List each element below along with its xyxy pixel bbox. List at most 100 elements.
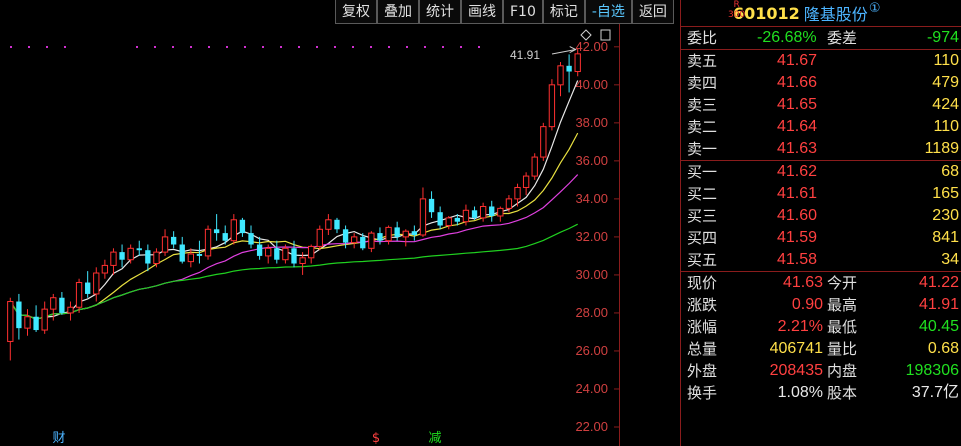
candle-body xyxy=(24,316,31,329)
level-volume: 34 xyxy=(941,251,959,268)
quote-value: 2.21% xyxy=(777,318,823,335)
kline-chart[interactable]: 42.00 40.00 38.00 36.00 34.00 32.00 30.00 28.00… xyxy=(0,24,620,446)
candle-body xyxy=(419,198,427,236)
candle-body xyxy=(299,257,306,265)
level-price: 41.62 xyxy=(777,163,818,180)
toolbar-button[interactable]: 标记 xyxy=(542,0,585,24)
y-tick-label: 24.00 xyxy=(575,381,608,396)
level-price: 41.67 xyxy=(777,52,818,69)
quote-label: 最低 xyxy=(827,318,858,336)
level-price: 41.65 xyxy=(777,96,818,113)
quote-row: 换手 1.08% 股本 37.7亿 xyxy=(681,382,961,404)
y-tick-label: 38.00 xyxy=(575,115,608,130)
quote-value: 208435 xyxy=(769,362,823,379)
quote-row: 涨跌 0.90 最高 41.91 xyxy=(681,294,961,316)
toolbar-button[interactable]: 复权 xyxy=(335,0,377,24)
ask-row[interactable]: 卖五 41.67 110 xyxy=(681,50,961,72)
toolbar-button[interactable]: -自选 xyxy=(584,0,632,24)
candle-body xyxy=(119,252,125,260)
toolbar: 复权 叠加 统计 画线 F10 标记 -自选 返回 xyxy=(335,0,674,24)
candle-body xyxy=(161,236,169,253)
ask-row[interactable]: 卖一 41.63 1189 xyxy=(681,138,961,160)
bid-list: 买一 41.62 68 买二 41.61 165 买三 41.60 230 买四 41.59 841 买… xyxy=(681,161,961,271)
candle-body xyxy=(437,212,443,226)
candle-body xyxy=(222,233,228,241)
candle-body xyxy=(85,282,91,294)
candle-body xyxy=(428,198,435,213)
level-volume: 165 xyxy=(932,185,959,202)
quote-value: 37.7亿 xyxy=(911,384,959,401)
candle-body xyxy=(196,254,203,256)
marker-dot xyxy=(460,46,462,48)
candle-body xyxy=(342,229,349,243)
candle-body xyxy=(489,206,495,216)
candle-body xyxy=(230,219,237,242)
ask-row[interactable]: 卖四 41.66 479 xyxy=(681,72,961,94)
level-price: 41.59 xyxy=(777,229,818,246)
marker-dot xyxy=(154,46,156,48)
level-price: 41.66 xyxy=(777,74,818,91)
marker-dot xyxy=(370,46,372,48)
candle-body xyxy=(110,251,117,266)
level-label: 卖五 xyxy=(687,52,718,70)
marker-dot xyxy=(298,46,300,48)
candle-body xyxy=(566,65,572,72)
event-marker[interactable]: 减 xyxy=(428,432,442,446)
candle-body xyxy=(248,233,254,245)
quote-label: 涨跌 xyxy=(687,296,718,314)
candle-body xyxy=(385,226,392,242)
marker-dot xyxy=(442,46,444,48)
candle-body xyxy=(334,219,340,230)
candle-body xyxy=(377,233,383,241)
candle-body xyxy=(574,53,581,73)
weicha-label: 委差 xyxy=(827,29,858,47)
kline-chart-area[interactable]: 42.00 40.00 38.00 36.00 34.00 32.00 30.00 28.00… xyxy=(0,24,620,446)
toolbar-button[interactable]: 返回 xyxy=(631,0,674,24)
marker-dot xyxy=(424,46,426,48)
toolbar-button[interactable]: 叠加 xyxy=(377,0,419,24)
quote-label: 总量 xyxy=(687,340,718,358)
bid-row[interactable]: 买四 41.59 841 xyxy=(681,227,961,249)
marker-dot xyxy=(478,46,480,48)
toolbar-button[interactable]: 画线 xyxy=(461,0,503,24)
quote-label: 股本 xyxy=(827,384,858,402)
marker-dot xyxy=(190,46,192,48)
quote-value: 0.68 xyxy=(927,340,959,357)
y-tick-label: 40.00 xyxy=(575,77,608,92)
bid-row[interactable]: 买一 41.62 68 xyxy=(681,161,961,183)
candle-body xyxy=(41,308,48,331)
candle-body xyxy=(325,219,332,230)
quote-value: 406741 xyxy=(769,340,823,357)
ask-list: 卖五 41.67 110 卖四 41.66 479 卖三 41.65 424 卖二 41.64 110… xyxy=(681,50,961,160)
candle-body xyxy=(531,156,538,177)
quote-value: 198306 xyxy=(905,362,959,379)
level-volume: 110 xyxy=(933,118,959,135)
ask-row[interactable]: 卖三 41.65 424 xyxy=(681,94,961,116)
ask-row[interactable]: 卖二 41.64 110 xyxy=(681,116,961,138)
bid-row[interactable]: 买三 41.60 230 xyxy=(681,205,961,227)
quote-label: 内盘 xyxy=(827,362,858,380)
level-price: 41.61 xyxy=(777,185,818,202)
high-price-annotation: 41.91 xyxy=(510,48,541,62)
y-tick-label: 42.00 xyxy=(575,39,608,54)
quote-row: 总量 406741 量比 0.68 xyxy=(681,338,961,360)
stock-name[interactable]: 隆基股份 xyxy=(804,1,868,25)
level-volume: 424 xyxy=(932,96,959,113)
toolbar-button[interactable]: F10 xyxy=(503,0,543,24)
bid-row[interactable]: 买五 41.58 34 xyxy=(681,249,961,271)
bid-row[interactable]: 买二 41.61 165 xyxy=(681,183,961,205)
marker-dot xyxy=(352,46,354,48)
candle-body xyxy=(16,301,22,329)
quote-label: 现价 xyxy=(687,274,718,292)
marker-dot xyxy=(64,46,66,48)
level-label: 买四 xyxy=(687,229,718,247)
candle-body xyxy=(308,245,315,259)
marker-dot xyxy=(136,46,138,48)
toolbar-button[interactable]: 统计 xyxy=(419,0,461,24)
event-marker[interactable]: 财 xyxy=(52,432,66,446)
level-volume: 479 xyxy=(932,74,959,91)
level-label: 买一 xyxy=(687,163,718,181)
marker-dot xyxy=(334,46,336,48)
event-marker[interactable]: $ xyxy=(369,432,383,446)
quote-row: 现价 41.63 今开 41.22 xyxy=(681,272,961,294)
